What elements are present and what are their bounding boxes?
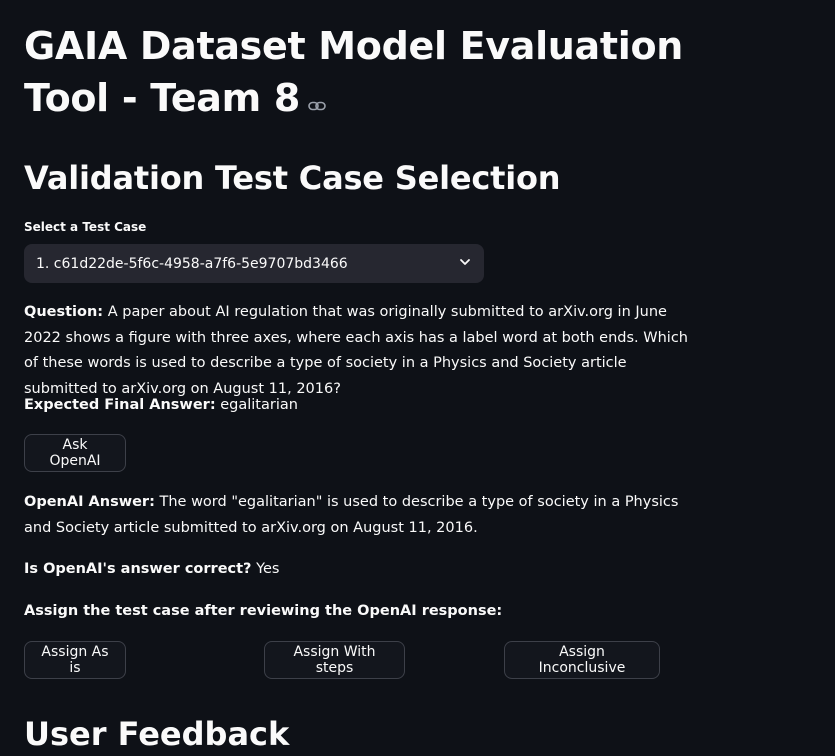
expected-value: egalitarian <box>215 397 298 413</box>
assign-with-steps-button[interactable]: Assign With steps <box>264 641 405 679</box>
question-text: A paper about AI regulation that was ori… <box>24 304 688 397</box>
correctness-value: Yes <box>251 561 280 577</box>
assign-prompt: Assign the test case after reviewing the… <box>24 599 704 625</box>
section-title: Validation Test Case Selection <box>24 159 561 197</box>
assign-as-is-button[interactable]: Assign As is <box>24 641 126 679</box>
assign-inconclusive-button[interactable]: Assign Inconclusive <box>504 641 660 679</box>
select-value: 1. c61d22de-5f6c-4958-a7f6-5e9707bd3466 <box>36 255 348 272</box>
expected-answer: Expected Final Answer: egalitarian <box>24 393 704 419</box>
select-label: Select a Test Case <box>24 220 147 234</box>
page-title-text: GAIA Dataset Model Evaluation Tool - Tea… <box>24 24 684 120</box>
feedback-title: User Feedback <box>24 715 290 753</box>
chevron-down-icon <box>458 255 472 273</box>
page-title: GAIA Dataset Model Evaluation Tool - Tea… <box>24 20 724 125</box>
expected-label: Expected Final Answer: <box>24 397 216 413</box>
correctness-label: Is OpenAI's answer correct? <box>24 561 252 577</box>
question-paragraph: Question: A paper about AI regulation th… <box>24 300 704 402</box>
assign-prompt-text: Assign the test case after reviewing the… <box>24 603 503 619</box>
test-case-select[interactable]: 1. c61d22de-5f6c-4958-a7f6-5e9707bd3466 <box>24 244 484 283</box>
correctness-line: Is OpenAI's answer correct? Yes <box>24 557 704 583</box>
ask-openai-button[interactable]: Ask OpenAI <box>24 434 126 472</box>
openai-answer-paragraph: OpenAI Answer: The word "egalitarian" is… <box>24 490 704 541</box>
openai-answer-label: OpenAI Answer: <box>24 494 155 510</box>
link-icon[interactable] <box>308 73 326 125</box>
question-label: Question: <box>24 304 104 320</box>
